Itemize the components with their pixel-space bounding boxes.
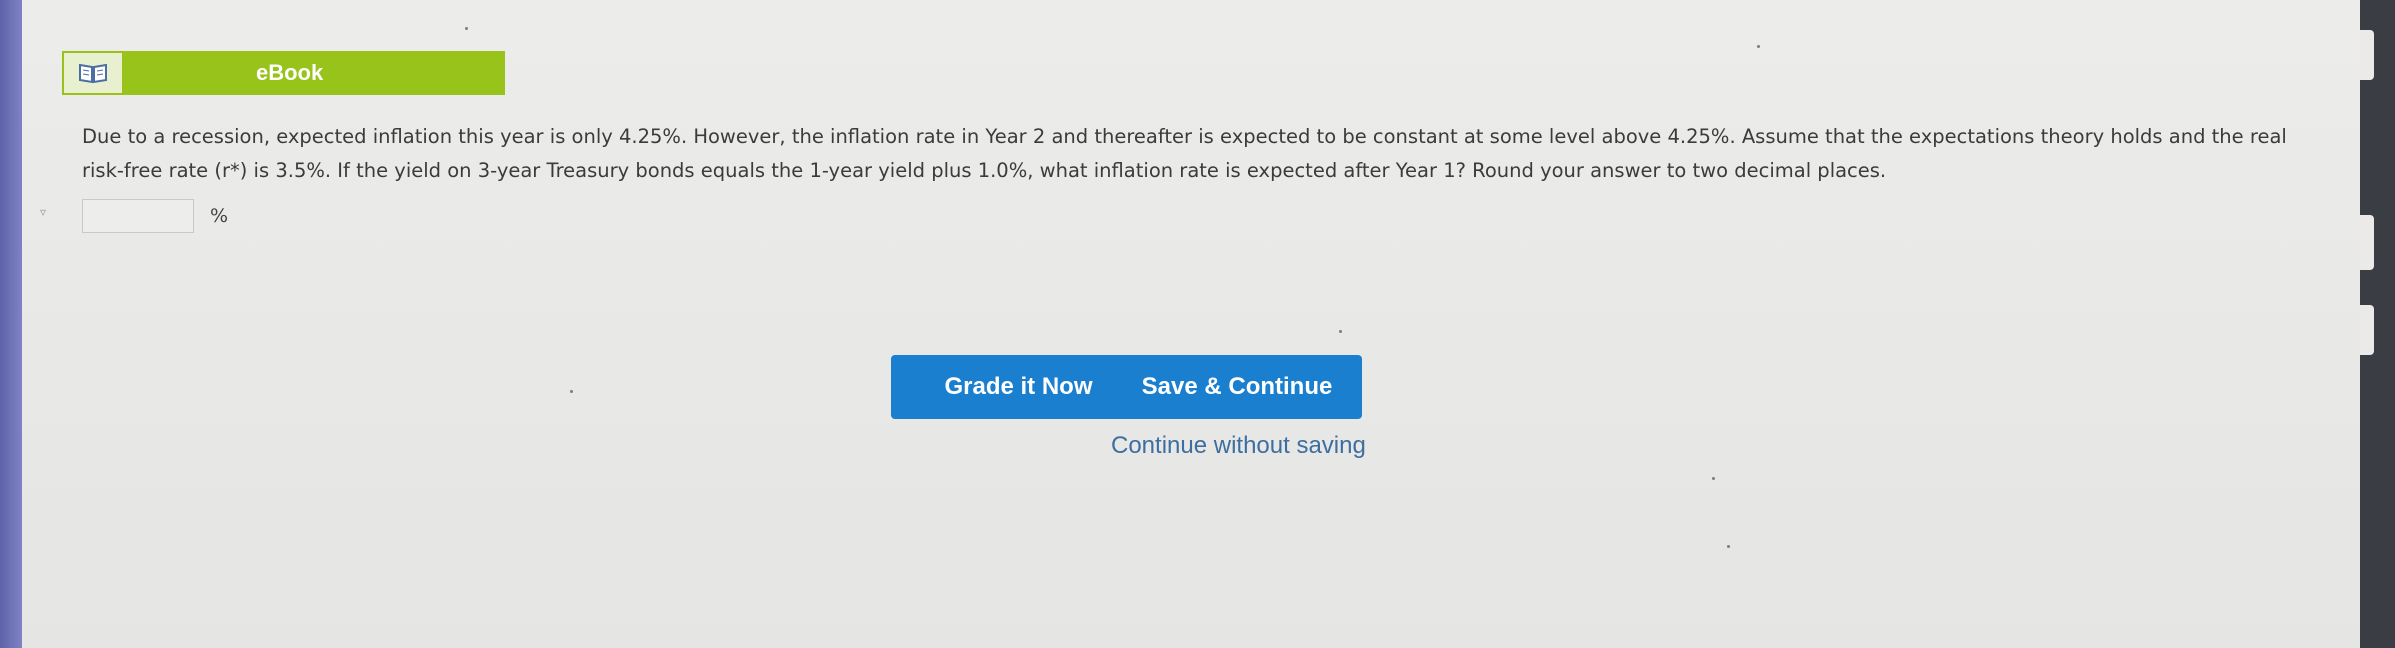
question-panel xyxy=(22,0,2360,648)
side-tab[interactable] xyxy=(2360,305,2374,355)
side-tab[interactable] xyxy=(2360,30,2374,80)
screen-speck xyxy=(465,27,468,30)
side-tab[interactable] xyxy=(2360,215,2374,270)
screen-speck xyxy=(1339,330,1342,333)
arrow-icon: ▿ xyxy=(40,205,47,219)
screen-speck xyxy=(1712,477,1715,480)
screen-speck xyxy=(570,390,573,393)
screen-speck xyxy=(1727,545,1730,548)
question-text: Due to a recession, expected inflation t… xyxy=(82,125,2287,182)
answer-input[interactable] xyxy=(82,199,194,233)
grade-it-now-button[interactable]: Grade it Now xyxy=(891,355,1146,419)
answer-row: % xyxy=(82,199,228,233)
ebook-link[interactable]: eBook xyxy=(62,51,505,95)
save-and-continue-button[interactable]: Save & Continue xyxy=(1112,355,1362,419)
right-window-edge xyxy=(2360,0,2395,648)
percent-unit-label: % xyxy=(210,205,229,227)
ebook-label[interactable]: eBook xyxy=(124,51,505,95)
open-book-icon xyxy=(79,63,107,84)
continue-without-saving-link[interactable]: Continue without saving xyxy=(1111,432,1366,460)
screen-speck xyxy=(1757,45,1760,48)
left-window-edge xyxy=(0,0,22,648)
ebook-icon-box[interactable] xyxy=(62,51,124,95)
